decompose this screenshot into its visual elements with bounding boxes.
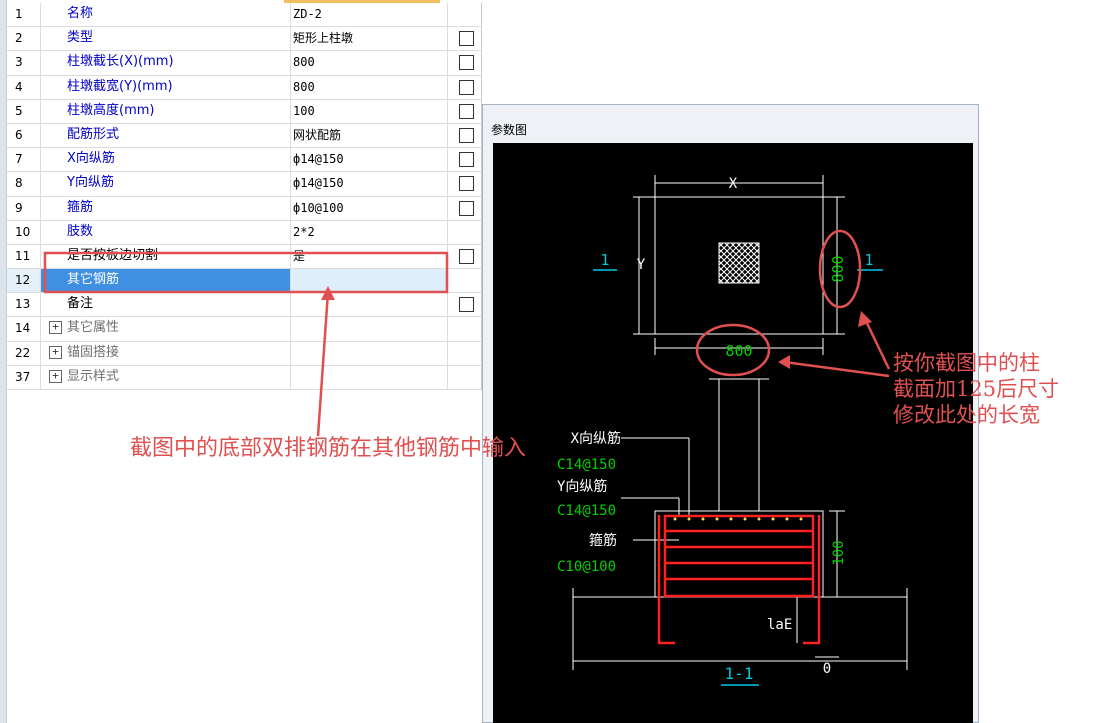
annotation-right: 按你截图中的柱 截面加125后尺寸 修改此处的长宽	[893, 350, 1059, 428]
circle-height-dim	[818, 229, 862, 309]
annotation-bottom: 截图中的底部双排钢筋在其他钢筋中输入	[130, 436, 527, 461]
annotation-right-line2: 截面加125后尺寸	[893, 377, 1060, 401]
annotation-right-line3: 修改此处的长宽	[893, 403, 1040, 427]
annotation-right-line1: 按你截图中的柱	[893, 351, 1040, 375]
circle-width-dim	[695, 323, 771, 377]
highlight-box	[43, 251, 449, 294]
